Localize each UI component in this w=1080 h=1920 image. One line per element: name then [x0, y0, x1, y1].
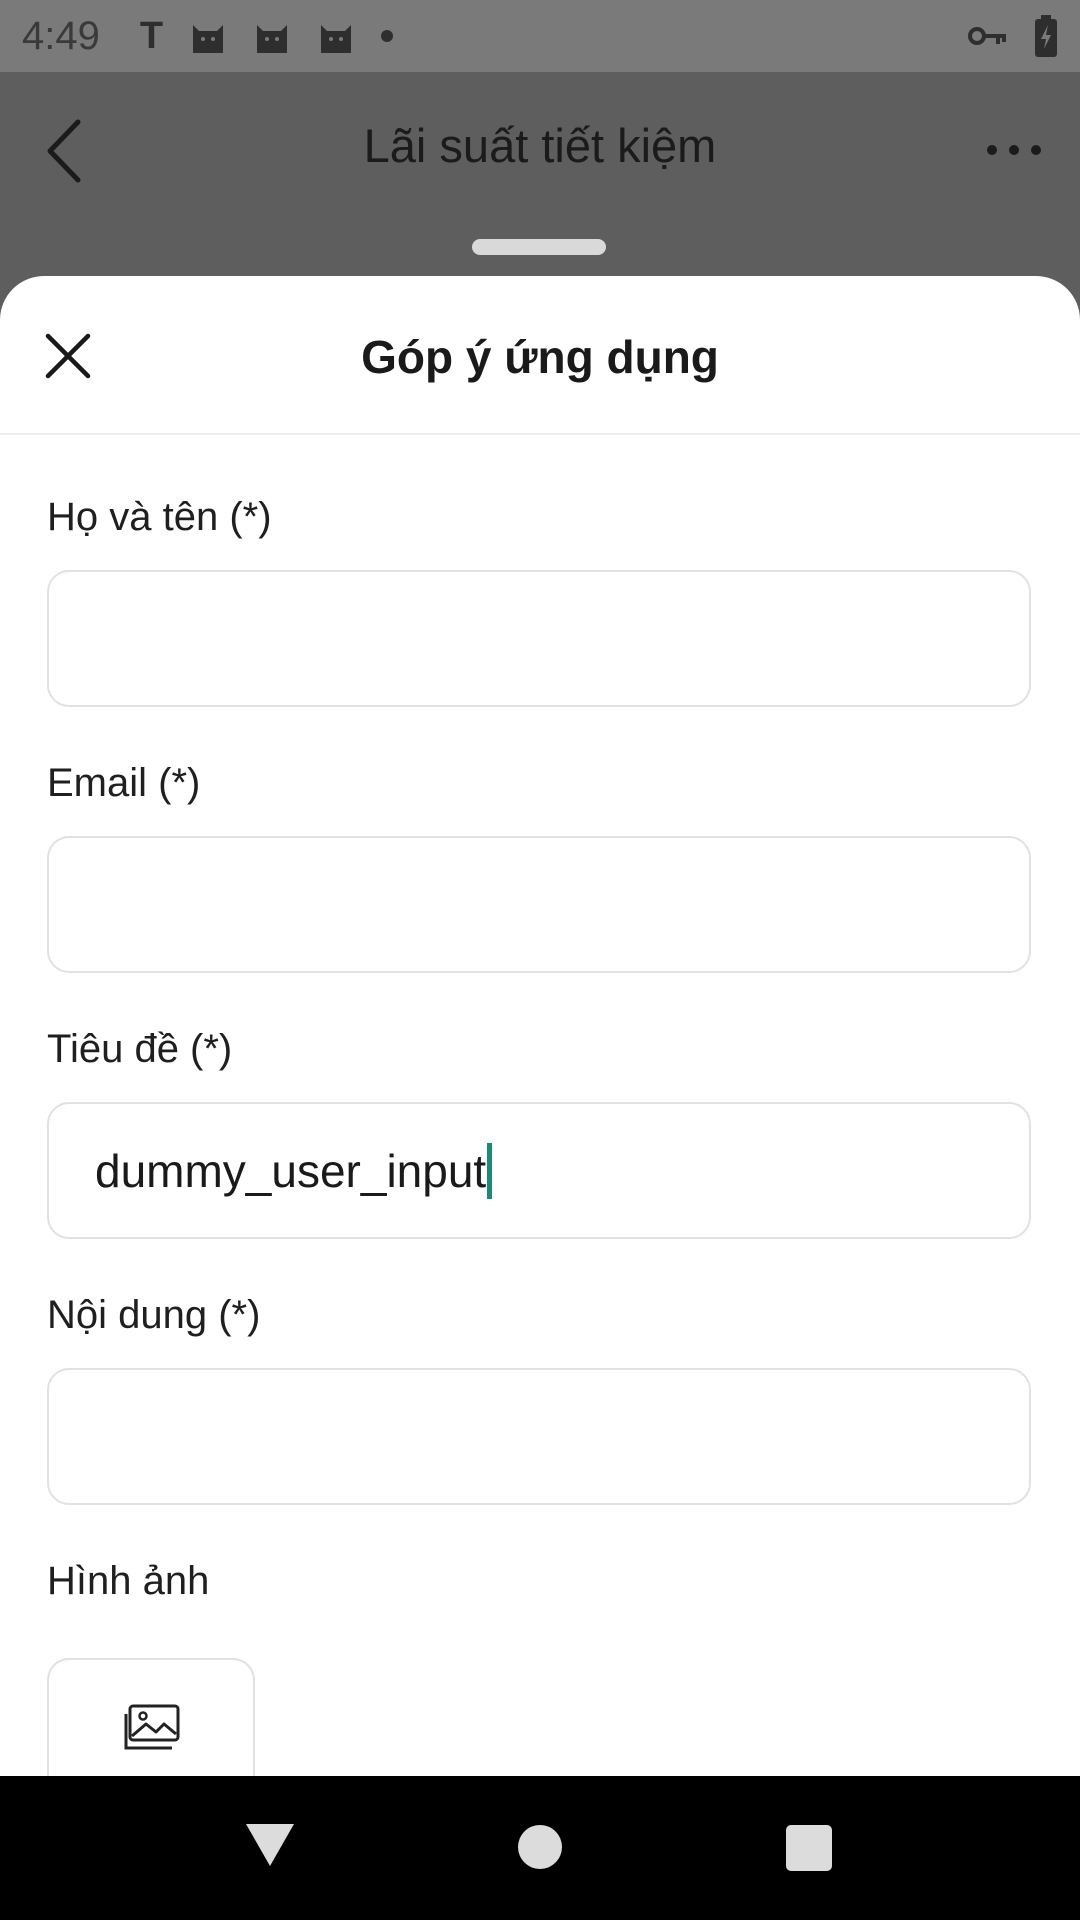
- dot-icon: [381, 30, 394, 42]
- system-icons: [968, 0, 1058, 72]
- image-label: Hình ảnh: [47, 1559, 210, 1603]
- text-t-icon: T: [139, 14, 164, 57]
- cat-icon: [257, 25, 288, 53]
- nav-recents-icon[interactable]: [786, 1825, 832, 1871]
- feedback-sheet: Góp ý ứng dụng Họ và tên (*) Email (*) T…: [0, 276, 1080, 1776]
- battery-charging-icon: [1035, 15, 1057, 57]
- feedback-form: Họ và tên (*) Email (*) Tiêu đề (*) dumm…: [0, 495, 1080, 1776]
- content-label: Nội dung (*): [47, 1293, 261, 1337]
- sheet-drag-handle[interactable]: [472, 239, 606, 255]
- background-app-bar: Lãi suất tiết kiệm: [0, 72, 1080, 231]
- subject-field-value: dummy_user_input: [95, 1144, 487, 1197]
- full-name-field[interactable]: [47, 570, 1031, 707]
- subject-field[interactable]: dummy_user_input: [47, 1102, 1031, 1239]
- notification-icons: T: [139, 14, 394, 58]
- more-options-icon[interactable]: [984, 142, 1044, 158]
- text-cursor: [487, 1142, 493, 1199]
- cat-icon: [321, 25, 352, 53]
- cat-icon: [193, 25, 224, 53]
- status-time: 4:49: [22, 13, 100, 58]
- full-name-label: Họ và tên (*): [47, 495, 272, 539]
- sheet-header: Góp ý ứng dụng: [0, 276, 1080, 435]
- vpn-key-icon: [968, 27, 1006, 45]
- subject-label: Tiêu đề (*): [47, 1027, 233, 1071]
- add-image-button[interactable]: [47, 1658, 255, 1776]
- email-label: Email (*): [47, 761, 201, 805]
- background-page-title: Lãi suất tiết kiệm: [363, 119, 717, 172]
- sheet-title: Góp ý ứng dụng: [361, 331, 719, 383]
- image-gallery-icon: [124, 1704, 180, 1750]
- content-field[interactable]: [47, 1368, 1031, 1505]
- status-bar: 4:49 T: [0, 0, 1080, 72]
- nav-back-icon[interactable]: [244, 1822, 296, 1868]
- nav-home-icon[interactable]: [518, 1825, 562, 1869]
- system-nav-bar: [0, 1776, 1080, 1920]
- email-field[interactable]: [47, 836, 1031, 973]
